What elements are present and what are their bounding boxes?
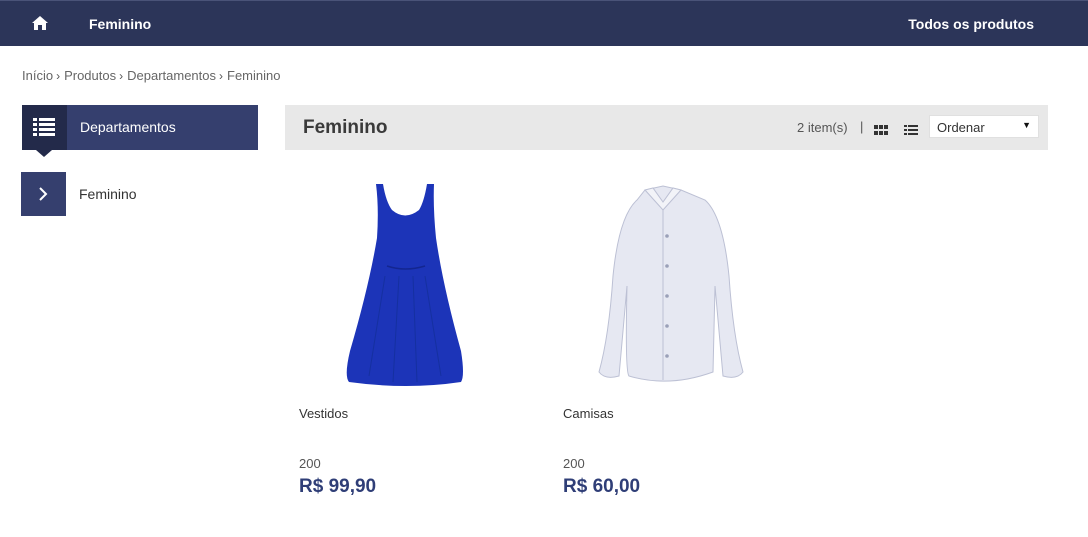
sidebar-header-label: Departamentos	[80, 119, 176, 135]
page-title: Feminino	[303, 117, 388, 138]
all-products-link[interactable]: Todos os produtos	[908, 16, 1034, 32]
product-quantity: 200	[299, 456, 321, 471]
grid-view-icon[interactable]	[874, 122, 888, 135]
home-icon[interactable]	[31, 14, 49, 32]
category-header: Feminino 2 item(s) | Ordenar ▼	[285, 105, 1048, 150]
breadcrumb-item-home[interactable]: Início	[22, 68, 53, 83]
breadcrumb-separator: ›	[56, 69, 61, 83]
sidebar-item-label[interactable]: Feminino	[79, 186, 137, 202]
breadcrumb-separator: ›	[219, 69, 224, 83]
sidebar-header-pointer	[36, 150, 52, 157]
list-icon	[33, 118, 55, 136]
sort-select[interactable]: Ordenar ▼	[929, 115, 1039, 138]
item-count: 2 item(s)	[797, 120, 848, 135]
product-price: R$ 99,90	[299, 476, 377, 497]
breadcrumb-item-departments[interactable]: Departamentos	[127, 68, 216, 83]
sort-select-value: Ordenar	[937, 120, 985, 135]
sidebar-item-feminino[interactable]: Feminino	[21, 172, 258, 216]
caret-down-icon: ▼	[1022, 120, 1031, 130]
white-shirt-image[interactable]	[563, 176, 775, 392]
sidebar-header: Departamentos	[22, 105, 258, 157]
breadcrumb-item-current: Feminino	[227, 68, 281, 83]
chevron-right-icon[interactable]	[21, 172, 66, 216]
blue-dress-image[interactable]	[299, 176, 511, 392]
top-navbar: Feminino Todos os produtos	[0, 0, 1088, 46]
product-name[interactable]: Vestidos	[299, 406, 348, 421]
toolbar-separator: |	[860, 119, 864, 134]
breadcrumb-separator: ›	[119, 69, 124, 83]
product-name[interactable]: Camisas	[563, 406, 614, 421]
breadcrumb-item-products[interactable]: Produtos	[64, 68, 116, 83]
breadcrumb: Início › Produtos › Departamentos › Feminino	[22, 68, 280, 83]
product-quantity: 200	[563, 456, 585, 471]
nav-category-link[interactable]: Feminino	[89, 16, 151, 32]
product-price: R$ 60,00	[563, 476, 641, 497]
list-view-icon[interactable]	[904, 122, 918, 135]
sidebar-header-iconbox	[22, 105, 67, 157]
